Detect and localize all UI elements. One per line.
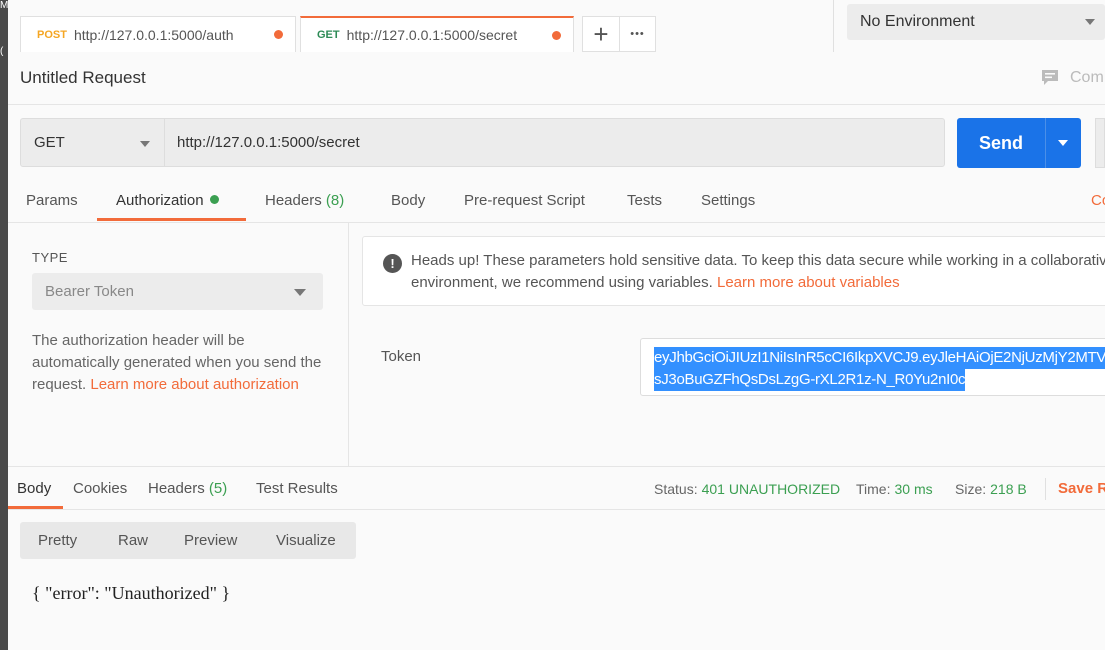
status-dot xyxy=(209,195,219,204)
chevron-down-icon xyxy=(294,289,306,296)
plus-icon[interactable]: + xyxy=(582,16,620,52)
status-label: Status: xyxy=(654,481,698,497)
view-tab-preview[interactable]: Preview xyxy=(184,532,237,549)
sensitive-data-notice: ! Heads up! These parameters hold sensit… xyxy=(362,236,1105,306)
response-body[interactable]: { "error": "Unauthorized" } xyxy=(32,583,230,604)
response-size: Size: 218 B xyxy=(955,481,1027,497)
tab-request-auth[interactable]: POST http://127.0.0.1:5000/auth xyxy=(20,16,296,52)
auth-type-value: Bearer Token xyxy=(45,283,134,300)
divider xyxy=(1045,478,1046,500)
view-tab-visualize[interactable]: Visualize xyxy=(276,532,336,549)
response-headers-label: Headers xyxy=(148,480,205,497)
tab-authorization-label: Authorization xyxy=(116,192,204,209)
chevron-down-icon xyxy=(140,141,150,147)
send-label: Send xyxy=(978,132,1023,153)
notice-text: Heads up! These parameters hold sensitiv… xyxy=(411,250,1105,294)
tab-params[interactable]: Params xyxy=(26,192,78,209)
type-label: TYPE xyxy=(32,250,68,265)
tab-url: http://127.0.0.1:5000/auth xyxy=(73,26,234,43)
environment-label: No Environment xyxy=(860,13,975,30)
edge-glyph: ( xyxy=(0,46,4,57)
token-text: eyJhbGciOiJIUzI1NiIsInR5cCI6IkpXVCJ9.eyJ… xyxy=(654,347,1105,369)
url-input[interactable]: http://127.0.0.1:5000/secret xyxy=(164,118,945,167)
request-title[interactable]: Untitled Request xyxy=(20,68,146,88)
url-value: http://127.0.0.1:5000/secret xyxy=(177,134,360,151)
learn-more-variables-link[interactable]: Learn more about variables xyxy=(717,274,900,291)
response-tab-cookies[interactable]: Cookies xyxy=(73,480,127,497)
ellipsis-icon[interactable]: ••• xyxy=(619,16,656,52)
unsaved-dot xyxy=(274,30,283,39)
edge-glyph: M xyxy=(0,0,9,11)
chevron-down-icon xyxy=(1058,140,1068,146)
auth-type-select[interactable]: Bearer Token xyxy=(32,273,323,310)
comment-icon xyxy=(1042,70,1058,85)
auth-description: The authorization header will be automat… xyxy=(32,330,332,396)
token-input[interactable]: eyJhbGciOiJIUzI1NiIsInR5cCI6IkpXVCJ9.eyJ… xyxy=(640,338,1105,396)
comments-label: Com xyxy=(1070,69,1104,86)
active-tab-indicator xyxy=(8,506,63,509)
headers-count: (8) xyxy=(325,192,345,209)
tab-prerequest-script[interactable]: Pre-request Script xyxy=(464,192,585,209)
response-tab-body[interactable]: Body xyxy=(17,480,51,497)
tab-tests[interactable]: Tests xyxy=(627,192,662,209)
token-label: Token xyxy=(381,348,422,365)
token-text: sJ3oBuGZFhQsDsLzgG-rXL2R1z-N_R0Yu2nI0c xyxy=(654,369,966,391)
method-select[interactable]: GET xyxy=(20,118,165,167)
environment-select[interactable]: No Environment xyxy=(847,4,1105,40)
size-label: Size: xyxy=(955,481,987,497)
response-headers-count: (5) xyxy=(208,480,228,497)
ellipsis-glyph: ••• xyxy=(630,28,645,40)
divider xyxy=(833,0,834,52)
tab-authorization[interactable]: Authorization xyxy=(116,192,219,209)
comments-button[interactable]: Com xyxy=(1040,68,1104,88)
tab-headers[interactable]: Headers (8) xyxy=(265,192,344,209)
response-tab-test-results[interactable]: Test Results xyxy=(256,480,338,497)
tab-request-secret[interactable]: GET http://127.0.0.1:5000/secret xyxy=(300,16,574,52)
divider xyxy=(8,104,1105,105)
time-value: 30 ms xyxy=(894,481,933,497)
size-value: 218 B xyxy=(990,481,1027,497)
active-tab-indicator xyxy=(97,218,246,221)
save-response-button[interactable]: Save R xyxy=(1058,480,1105,497)
view-tab-raw[interactable]: Raw xyxy=(118,532,148,549)
tab-method: POST xyxy=(37,28,67,41)
send-button[interactable]: Send xyxy=(957,118,1045,168)
tab-headers-label: Headers xyxy=(265,192,322,209)
method-label: GET xyxy=(34,134,65,151)
view-tab-pretty[interactable]: Pretty xyxy=(38,532,77,549)
tab-method: GET xyxy=(317,29,340,41)
send-options-button[interactable] xyxy=(1045,118,1081,168)
cookies-link[interactable]: Co xyxy=(1091,192,1105,209)
tab-settings[interactable]: Settings xyxy=(701,192,755,209)
tab-body[interactable]: Body xyxy=(391,192,425,209)
learn-more-authorization-link[interactable]: Learn more about authorization xyxy=(90,376,298,393)
status-value: 401 UNAUTHORIZED xyxy=(701,481,841,497)
plus-glyph: + xyxy=(593,18,609,49)
tab-url: http://127.0.0.1:5000/secret xyxy=(346,27,518,43)
window-edge: M ( xyxy=(0,0,8,650)
time-label: Time: xyxy=(856,481,891,497)
response-status: Status: 401 UNAUTHORIZED xyxy=(654,481,840,497)
chevron-down-icon xyxy=(1085,19,1095,25)
alert-icon: ! xyxy=(383,254,402,273)
response-time: Time: 30 ms xyxy=(856,481,933,497)
response-tab-headers[interactable]: Headers (5) xyxy=(148,480,227,497)
unsaved-dot xyxy=(552,30,561,40)
save-button[interactable] xyxy=(1095,118,1105,168)
